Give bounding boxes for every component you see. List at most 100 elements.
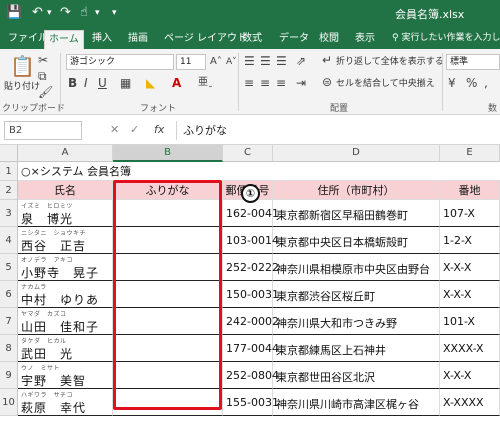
font-name-select[interactable]: 游ゴシック (66, 54, 174, 70)
address-cell[interactable]: 東京都新宿区早稲田鶴巻町 (273, 200, 440, 227)
banchi-cell[interactable]: X-X-X (440, 362, 500, 389)
tab-review[interactable]: 校閲 (315, 30, 343, 49)
redo-icon[interactable]: ↷ (60, 4, 71, 22)
zip-cell[interactable]: 242-0002 (223, 308, 279, 335)
banchi-cell[interactable]: 1-2-X (440, 227, 500, 254)
tab-insert[interactable]: 挿入 (88, 30, 116, 49)
indent-icon[interactable]: ⇥ (296, 76, 306, 90)
touch-mode-dropdown-icon[interactable]: ▾ (95, 4, 100, 22)
row-header[interactable]: 9 (0, 362, 18, 389)
insert-function-icon[interactable]: fx (154, 123, 164, 136)
address-cell[interactable]: 東京都渋谷区桜丘町 (273, 281, 440, 308)
address-cell[interactable]: 東京都練馬区上石神井 (273, 335, 440, 362)
column-header-d[interactable]: D (273, 145, 440, 162)
enter-icon[interactable]: ✓ (130, 123, 139, 136)
row-header[interactable]: 6 (0, 281, 18, 308)
font-size-select[interactable]: 11 (176, 54, 206, 70)
align-bottom-icon[interactable]: ☰ (276, 54, 287, 68)
tab-data[interactable]: データ (275, 30, 313, 49)
name-cell[interactable]: ハギワラ サチコ 萩原 幸代 (18, 389, 113, 416)
column-header-e[interactable]: E (440, 145, 500, 162)
zip-cell[interactable]: 150-0031 (223, 281, 279, 308)
tab-draw[interactable]: 描画 (124, 30, 152, 49)
banchi-cell[interactable]: 101-X (440, 308, 500, 335)
tell-me-box[interactable]: ⚲ 実行したい作業を入力してくだ (388, 30, 500, 49)
increase-font-icon[interactable]: A˄ (210, 55, 222, 69)
save-icon[interactable]: 💾 (6, 4, 22, 22)
orientation-icon[interactable]: ⇗ (296, 54, 306, 68)
align-top-icon[interactable]: ☰ (244, 54, 255, 68)
name-box[interactable]: B2 (4, 121, 82, 140)
name-cell[interactable]: イズミ ヒロミツ泉 博光 (18, 200, 113, 227)
wrap-text-icon[interactable]: ↵ (322, 53, 332, 67)
number-format-select[interactable]: 標準 (446, 54, 500, 70)
row-header[interactable]: 8 (0, 335, 18, 362)
decrease-font-icon[interactable]: A˅ (226, 55, 237, 69)
row-header[interactable]: 1 (0, 162, 18, 181)
banchi-cell[interactable]: XXXX-X (440, 335, 500, 362)
header-cell-banchi[interactable]: 番地 (440, 181, 500, 200)
banchi-cell[interactable]: X-XXXX (440, 389, 500, 416)
touch-mode-icon[interactable]: ☝ (80, 4, 88, 22)
italic-button[interactable]: I (84, 76, 88, 90)
zip-cell[interactable]: 252-0222 (223, 254, 279, 281)
align-center-icon[interactable]: ≡ (260, 76, 270, 90)
phonetic-guide-icon[interactable]: 亜ˍ (198, 76, 213, 90)
undo-icon[interactable]: ↶ (32, 4, 43, 22)
header-cell-address[interactable]: 住所（市町村） (273, 181, 440, 200)
borders-icon[interactable]: ▦ (120, 76, 131, 90)
address-cell[interactable]: 東京都中央区日本橋蛎殻町 (273, 227, 440, 254)
merge-center-icon[interactable]: ⊜ (322, 75, 332, 89)
bold-button[interactable]: B (68, 76, 77, 90)
align-middle-icon[interactable]: ☰ (260, 54, 271, 68)
column-header-c[interactable]: C (223, 145, 273, 162)
format-painter-icon[interactable]: 🖌 (38, 85, 53, 99)
row-header[interactable]: 10 (0, 389, 18, 416)
tab-formulas[interactable]: 数式 (238, 30, 266, 49)
percent-icon[interactable]: % (466, 76, 477, 90)
header-cell-name[interactable]: 氏名 (18, 181, 113, 200)
banchi-cell[interactable]: 107-X (440, 200, 500, 227)
name-cell[interactable]: ニシタニ ショウキチ 西谷 正吉 (18, 227, 113, 254)
zip-cell[interactable]: 155-0031 (223, 389, 279, 416)
sheet-title-cell[interactable]: ○×システム 会員名簿 (18, 162, 500, 181)
font-color-icon[interactable]: A (172, 76, 181, 90)
tab-view[interactable]: 表示 (351, 30, 379, 49)
paste-button[interactable]: 貼り付け (4, 79, 40, 92)
row-header[interactable]: 4 (0, 227, 18, 254)
copy-icon[interactable]: ⧉ (38, 69, 47, 83)
select-all-corner[interactable] (0, 145, 18, 162)
merge-center-button[interactable]: セルを結合して中央揃え (336, 76, 435, 89)
column-header-a[interactable]: A (18, 145, 113, 162)
formula-input[interactable]: ふりがな (176, 121, 496, 140)
address-cell[interactable]: 神奈川県大和市つきみ野 (273, 308, 440, 335)
undo-dropdown-icon[interactable]: ▾ (47, 4, 52, 22)
name-cell[interactable]: タケダ ヒカル 武田 光 (18, 335, 113, 362)
row-header[interactable]: 5 (0, 254, 18, 281)
address-cell[interactable]: 東京都世田谷区北沢 (273, 362, 440, 389)
address-cell[interactable]: 神奈川県川崎市高津区梶ヶ谷 (273, 389, 440, 416)
customize-qat-icon[interactable]: ▾ (112, 4, 117, 22)
name-cell[interactable]: ヤマダ カズコ 山田 佳和子 (18, 308, 113, 335)
row-header[interactable]: 2 (0, 181, 18, 200)
zip-cell[interactable]: 252-0804 (223, 362, 279, 389)
name-cell[interactable]: オノデラ アキコ 小野寺 晃子 (18, 254, 113, 281)
align-right-icon[interactable]: ≡ (276, 76, 286, 90)
align-left-icon[interactable]: ≡ (244, 76, 254, 90)
underline-button[interactable]: U (98, 76, 107, 90)
tab-home[interactable]: ホーム (44, 30, 84, 49)
wrap-text-button[interactable]: 折り返して全体を表示する (336, 54, 444, 67)
row-header[interactable]: 7 (0, 308, 18, 335)
name-cell[interactable]: ウノ ミサト 宇野 美智 (18, 362, 113, 389)
name-cell[interactable]: ナカムラ 中村 ゆりあ (18, 281, 113, 308)
zip-cell[interactable]: 103-0014 (223, 227, 279, 254)
zip-cell[interactable]: 162-0041 (223, 200, 279, 227)
currency-icon[interactable]: ¥ (448, 76, 456, 90)
column-header-b[interactable]: B (113, 145, 223, 162)
banchi-cell[interactable]: X-X-X (440, 281, 500, 308)
paste-icon[interactable]: 📋 (10, 55, 35, 77)
cut-icon[interactable]: ✂ (38, 53, 48, 67)
row-header[interactable]: 3 (0, 200, 18, 227)
cancel-icon[interactable]: ✕ (110, 123, 119, 136)
banchi-cell[interactable]: X-X-X (440, 254, 500, 281)
